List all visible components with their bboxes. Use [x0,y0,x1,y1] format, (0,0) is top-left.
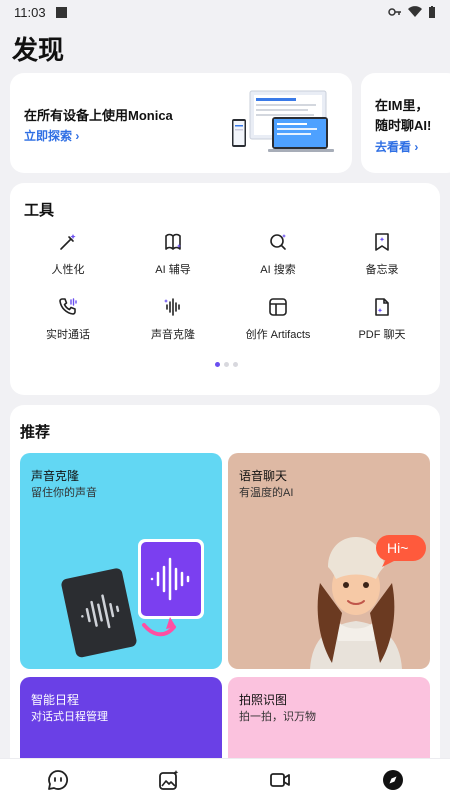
tool-live-call[interactable]: 实时通话 [18,296,118,342]
vpn-key-icon [388,8,401,16]
tile-title: 语音聊天 [239,469,288,483]
bookmark-note-icon [375,233,389,251]
waveform-icon [164,298,180,316]
banner-im-title-1: 在IM里， [375,98,429,113]
recommend-card: 推荐 声音克隆 留住你的声音 语音聊天 有温度的AI Hi~ 智能日程 对话式日… [10,405,440,785]
wifi-icon [408,6,422,18]
tool-pdf-chat[interactable]: PDF 聊天 [332,296,432,342]
explore-link[interactable]: 立即探索 › [24,127,79,144]
search-sparkle-icon [270,234,286,250]
video-icon[interactable] [269,769,291,791]
tile-subtitle: 有温度的AI [239,487,294,499]
view-link[interactable]: 去看看 › [375,138,418,155]
tool-artifacts[interactable]: 创作 Artifacts [228,296,328,342]
tool-label: 创作 Artifacts [245,329,311,341]
page-title: 发现 [12,35,65,65]
tool-voice-clone[interactable]: 声音克隆 [123,296,223,342]
banner-title: 在所有设备上使用Monica [24,108,173,123]
banner-monica-devices[interactable]: 在所有设备上使用Monica 立即探索 › [10,73,352,173]
book-icon [165,233,181,250]
tool-label: AI 搜索 [260,264,296,276]
banner-im[interactable]: 在IM里， 随时聊AI! 去看看 › [361,73,450,173]
page-indicator [215,362,238,367]
tile-voice-chat[interactable]: 语音聊天 有温度的AI Hi~ [228,453,430,669]
tool-ai-search[interactable]: AI 搜索 [228,231,328,277]
banner-im-title-2: 随时聊AI! [375,118,432,133]
layout-icon [269,298,287,316]
voice-clone-illustration [61,539,204,658]
chat-icon[interactable] [47,769,69,791]
tool-label: PDF 聊天 [358,329,406,341]
pdf-file-icon [375,298,389,316]
tile-subtitle: 拍一拍，识万物 [239,711,316,723]
tile-title: 智能日程 [31,693,80,707]
tool-label: 声音克隆 [151,329,195,341]
tool-label: AI 辅导 [155,264,191,276]
page-dot-active [215,362,220,367]
notification-icon [55,6,67,18]
wand-icon [60,234,76,250]
speech-bubble-text: Hi~ [387,540,409,556]
tools-card: 工具 人性化 AI 辅导 AI 搜索 备忘录 实时通话 声音克隆 创作 Arti… [10,183,440,395]
tile-subtitle: 对话式日程管理 [31,711,108,723]
tool-label: 备忘录 [365,264,399,276]
phone-wave-icon [59,298,77,315]
tile-title: 声音克隆 [31,469,80,483]
status-bar: 11:03 [0,0,450,24]
tool-ai-tutor[interactable]: AI 辅导 [123,231,223,277]
tool-label: 实时通话 [46,329,90,341]
tool-memo[interactable]: 备忘录 [332,231,432,277]
devices-illustration [232,90,334,152]
tile-title: 拍照识图 [239,693,288,707]
discover-compass-icon[interactable] [382,769,404,791]
page-dot [233,362,238,367]
image-sparkle-icon[interactable] [158,769,180,791]
bottom-nav [0,758,450,800]
tool-humanize[interactable]: 人性化 [18,231,118,277]
battery-icon [429,6,435,18]
status-icons [388,6,436,18]
page-dot [224,362,229,367]
tool-label: 人性化 [51,264,85,276]
status-time: 11:03 [14,4,46,20]
tile-voice-clone[interactable]: 声音克隆 留住你的声音 [20,453,222,669]
tile-subtitle: 留住你的声音 [31,487,97,499]
tools-title: 工具 [24,202,55,219]
recommend-title: 推荐 [20,424,51,441]
